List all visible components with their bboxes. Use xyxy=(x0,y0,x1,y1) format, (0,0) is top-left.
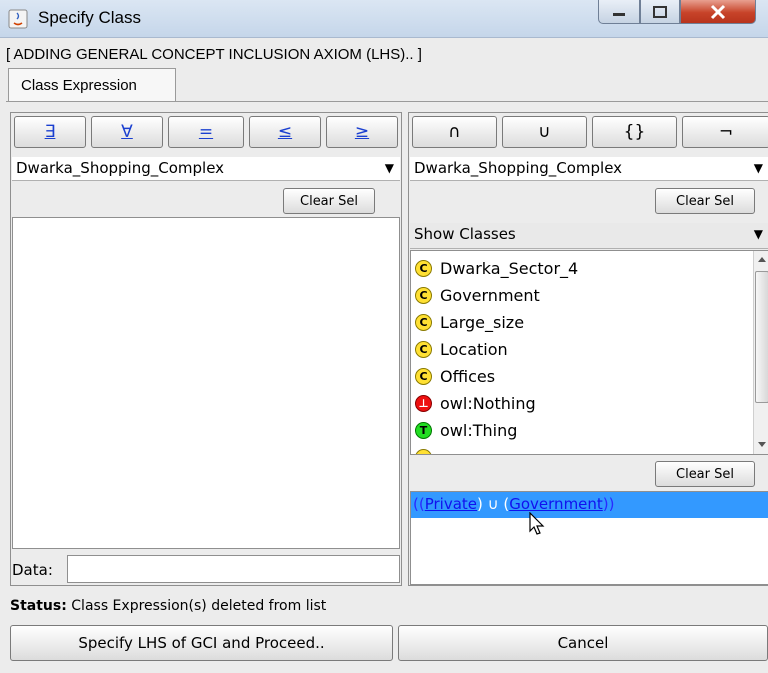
close-button[interactable] xyxy=(680,0,756,24)
mouse-cursor-icon xyxy=(529,512,545,535)
class-icon xyxy=(415,448,432,454)
union-button[interactable]: ∪ xyxy=(502,116,587,148)
min-cardinality-button[interactable]: ≥ xyxy=(326,116,398,148)
list-item[interactable]: C Location xyxy=(415,336,508,362)
exists-button[interactable]: ∃ xyxy=(14,116,86,148)
class-icon: C xyxy=(415,259,432,277)
negation-button[interactable]: ¬ xyxy=(682,116,768,148)
specify-lhs-proceed-button[interactable]: Specify LHS of GCI and Proceed.. xyxy=(10,625,393,661)
chevron-down-icon: ▼ xyxy=(753,161,763,175)
minimize-icon xyxy=(613,12,625,16)
maximize-icon xyxy=(653,5,667,18)
expression-list[interactable]: ((Private) ∪ (Government)) xyxy=(410,491,768,585)
list-item[interactable]: T owl:Thing xyxy=(415,417,517,443)
list-item[interactable]: C Dwarka_Sector_4 xyxy=(415,255,578,281)
class-name: Government xyxy=(440,285,540,305)
show-classes-combo[interactable]: Show Classes ▼ xyxy=(410,223,768,249)
status-label: Status: xyxy=(10,598,67,614)
expression-close-parens: )) xyxy=(602,495,615,513)
list-item[interactable]: C Government xyxy=(415,282,540,308)
data-label: Data: xyxy=(12,561,53,579)
intersection-button[interactable]: ∩ xyxy=(412,116,497,148)
right-clear-sel-button[interactable]: Clear Sel xyxy=(655,188,755,214)
selected-expression-row[interactable]: ((Private) ∪ (Government)) xyxy=(411,492,768,518)
enumeration-button[interactable]: {} xyxy=(592,116,677,148)
show-classes-value: Show Classes xyxy=(414,225,516,243)
data-input[interactable] xyxy=(67,555,400,583)
java-app-icon xyxy=(8,9,28,29)
list-item[interactable]: C Offices xyxy=(415,363,495,389)
scroll-down-icon xyxy=(758,442,766,447)
class-icon: C xyxy=(415,367,432,385)
class-name: owl:Nothing xyxy=(440,393,536,413)
class-list[interactable]: C Dwarka_Sector_4 C Government C Large_s… xyxy=(410,250,768,455)
title-bar: Specify Class xyxy=(0,0,768,38)
status-text: Class Expression(s) deleted from list xyxy=(66,598,327,614)
scroll-up-icon xyxy=(758,257,766,262)
maximize-button[interactable] xyxy=(640,0,680,24)
left-panel: ∃ ∀ = ≤ ≥ Dwarka_Shopping_Complex ▼ Clea… xyxy=(10,112,402,586)
class-name: Location xyxy=(440,339,508,359)
list-item[interactable] xyxy=(415,444,440,454)
class-icon: C xyxy=(415,286,432,304)
left-clear-sel-button[interactable]: Clear Sel xyxy=(283,188,375,214)
chevron-down-icon: ▼ xyxy=(753,227,763,241)
left-combo-value: Dwarka_Shopping_Complex xyxy=(16,159,225,177)
class-icon: C xyxy=(415,313,432,331)
axiom-header: [ ADDING GENERAL CONCEPT INCLUSION AXIOM… xyxy=(6,46,422,63)
minimize-button[interactable] xyxy=(598,0,640,24)
cancel-button[interactable]: Cancel xyxy=(398,625,768,661)
right-combo-value: Dwarka_Shopping_Complex xyxy=(414,159,623,177)
expression-union-operator: ) ∪ ( xyxy=(477,495,510,513)
nothing-icon: ⊥ xyxy=(415,394,432,412)
close-icon xyxy=(710,4,726,19)
class-name: Large_size xyxy=(440,312,525,332)
right-panel: ∩ ∪ {} ¬ Dwarka_Shopping_Complex ▼ Clear… xyxy=(408,112,768,586)
expression-clear-sel-button[interactable]: Clear Sel xyxy=(655,461,755,487)
window-title: Specify Class xyxy=(38,8,141,27)
class-icon: C xyxy=(415,340,432,358)
left-expression-area[interactable] xyxy=(12,217,400,549)
government-link[interactable]: Government xyxy=(509,495,603,513)
list-item[interactable]: C Large_size xyxy=(415,309,524,335)
class-list-scrollbar[interactable] xyxy=(753,251,768,454)
private-link[interactable]: Private xyxy=(425,495,477,513)
class-name: owl:Thing xyxy=(440,420,518,440)
thing-icon: T xyxy=(415,421,432,439)
left-class-combo[interactable]: Dwarka_Shopping_Complex ▼ xyxy=(12,157,400,181)
status-line: Status: Class Expression(s) deleted from… xyxy=(10,598,326,614)
tab-class-expression[interactable]: Class Expression xyxy=(8,68,176,102)
chevron-down-icon: ▼ xyxy=(384,161,394,175)
list-item[interactable]: ⊥ owl:Nothing xyxy=(415,390,536,416)
class-name: Dwarka_Sector_4 xyxy=(440,258,579,278)
class-name: Offices xyxy=(440,366,496,386)
scroll-thumb[interactable] xyxy=(755,271,768,403)
right-class-combo[interactable]: Dwarka_Shopping_Complex ▼ xyxy=(410,157,768,181)
exactly-button[interactable]: = xyxy=(168,116,244,148)
forall-button[interactable]: ∀ xyxy=(91,116,163,148)
expression-open-parens: (( xyxy=(413,495,425,513)
max-cardinality-button[interactable]: ≤ xyxy=(249,116,321,148)
